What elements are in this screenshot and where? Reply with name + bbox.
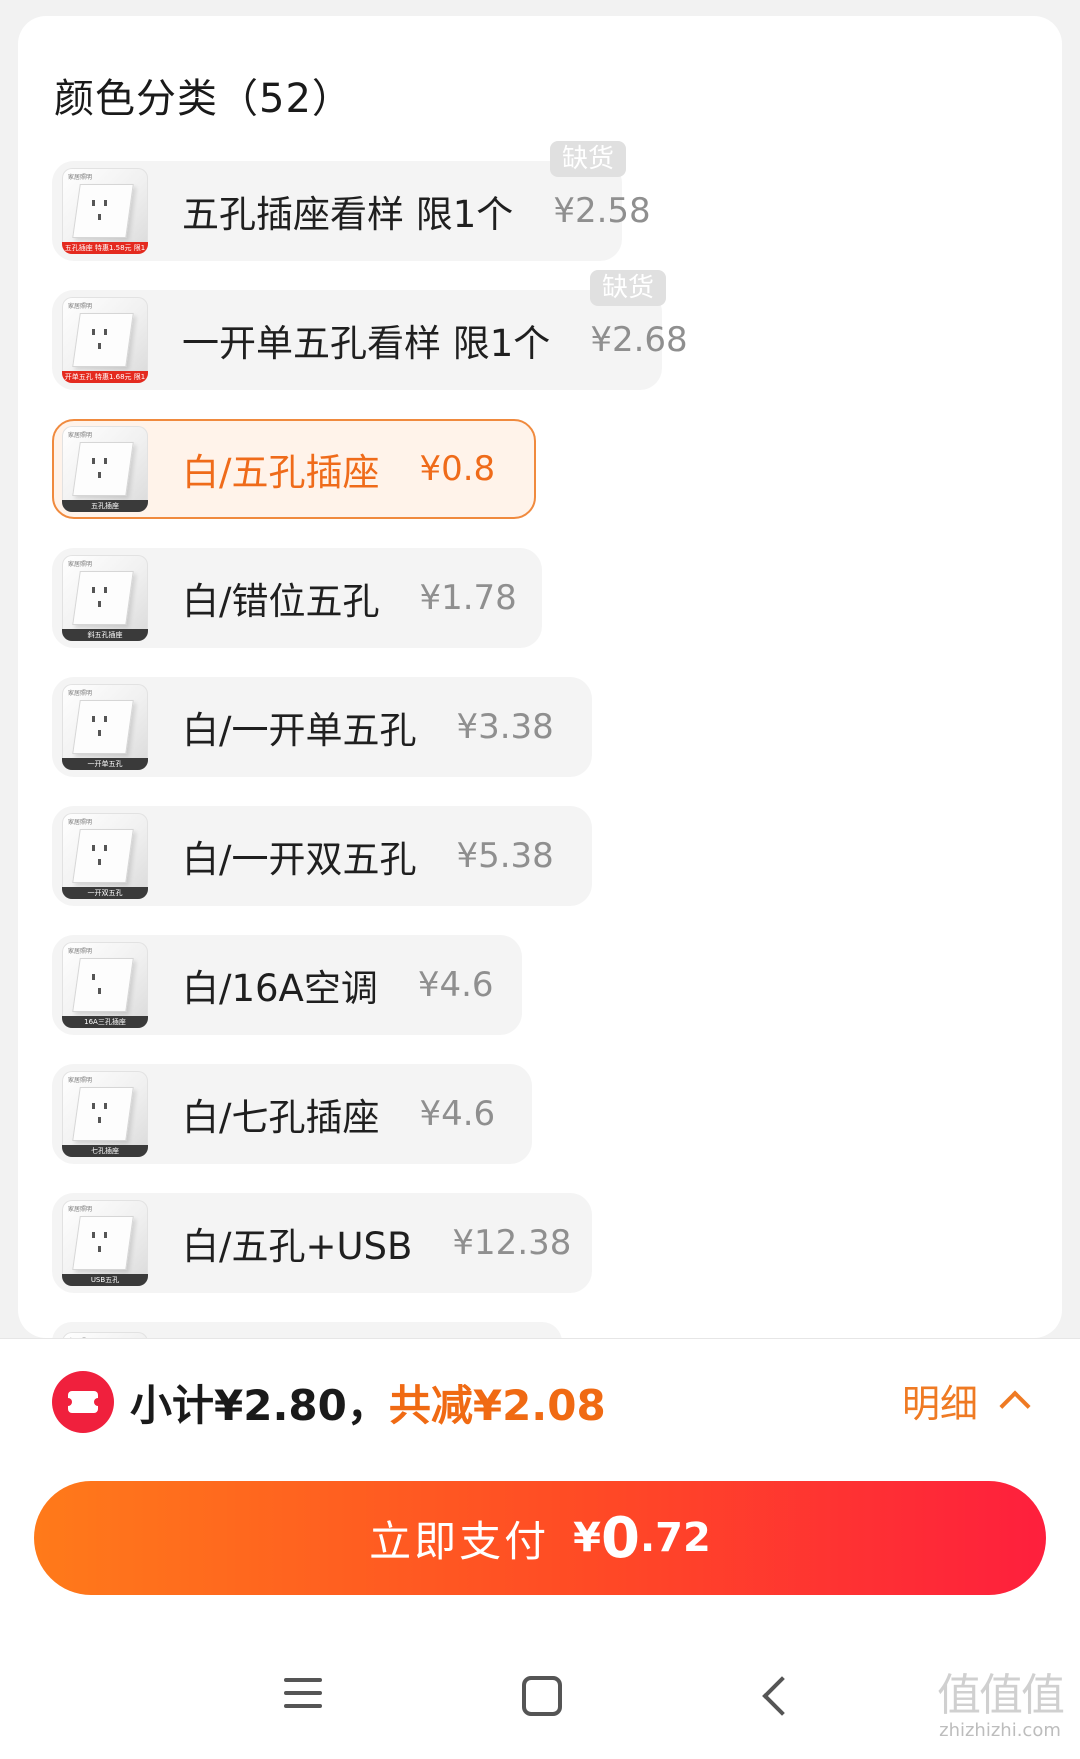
option-price: ¥4.6: [417, 965, 494, 1005]
option-item-partial[interactable]: 家居照明: [52, 1322, 562, 1338]
option-price: ¥4.6: [419, 1094, 496, 1134]
option-item[interactable]: 家居照明 16A三孔插座 白/16A空调 ¥4.6: [52, 935, 522, 1035]
product-thumbnail: 家居照明 16A三孔插座: [62, 942, 148, 1028]
option-item[interactable]: 家居照明 一开双五孔 白/一开双五孔 ¥5.38: [52, 806, 592, 906]
option-label: 白/五孔+USB: [182, 1225, 413, 1268]
system-nav-bar: [0, 1598, 1080, 1759]
discount-text: 共减¥2.08: [388, 1381, 606, 1430]
option-price: ¥2.58: [553, 191, 651, 231]
pay-currency: ¥: [573, 1515, 602, 1561]
detail-label: 明细: [901, 1382, 978, 1426]
option-item[interactable]: 家居照明 一开单五孔 白/一开单五孔 ¥3.38: [52, 677, 592, 777]
option-price: ¥5.38: [456, 836, 554, 876]
option-label: 白/一开单五孔: [182, 709, 417, 752]
chevron-up-icon: [999, 1389, 1031, 1422]
pay-now-button[interactable]: 立即支付 ¥0.72: [34, 1481, 1046, 1595]
option-item[interactable]: 家居照明 七孔插座 白/七孔插座 ¥4.6: [52, 1064, 532, 1164]
product-thumbnail: 家居照明 一开单五孔: [62, 684, 148, 770]
product-thumbnail: 家居照明 开单五孔 特惠1.68元 限1: [62, 297, 148, 383]
option-list: 家居照明 五孔插座 特惠1.58元 限1 五孔插座看样 限1个 ¥2.58 缺货…: [52, 141, 688, 1338]
option-price: ¥3.38: [456, 707, 554, 747]
option-label: 五孔插座看样 限1个: [182, 193, 514, 236]
coupon-icon: [52, 1371, 114, 1433]
option-label: 白/一开双五孔: [182, 838, 417, 881]
option-item[interactable]: 家居照明 斜五孔插座 白/错位五孔 ¥1.78: [52, 548, 542, 648]
option-price: ¥1.78: [419, 578, 517, 618]
pay-amount-int: 0: [601, 1505, 640, 1571]
watermark-logo: 值值值: [937, 1670, 1065, 1721]
out-of-stock-badge: 缺货: [549, 141, 626, 177]
out-of-stock-badge: 缺货: [589, 270, 666, 306]
back-icon[interactable]: [762, 1676, 802, 1716]
menu-icon[interactable]: [284, 1678, 322, 1717]
detail-toggle[interactable]: 明细: [901, 1373, 1031, 1428]
product-thumbnail: 家居照明 一开双五孔: [62, 813, 148, 899]
pay-amount-dec: .72: [639, 1515, 711, 1561]
product-thumbnail: 家居照明 五孔插座: [62, 426, 148, 512]
watermark: 值值值 zhizhizhi.com: [930, 1672, 1070, 1742]
pay-label: 立即支付: [369, 1516, 550, 1566]
checkout-bar: 小计¥2.80，共减¥2.08 明细 立即支付 ¥0.72: [0, 1338, 1080, 1599]
product-thumbnail: 家居照明 五孔插座 特惠1.58元 限1: [62, 168, 148, 254]
watermark-url: zhizhizhi.com: [939, 1720, 1061, 1741]
option-item-selected[interactable]: 家居照明 五孔插座 白/五孔插座 ¥0.8: [52, 419, 536, 519]
subtotal-text: 小计¥2.80，: [130, 1381, 389, 1430]
product-thumbnail: 家居照明 七孔插座: [62, 1071, 148, 1157]
option-label: 白/16A空调: [182, 967, 378, 1010]
option-label: 白/错位五孔: [182, 580, 380, 623]
section-title: 颜色分类（52）: [54, 76, 353, 122]
option-price: ¥2.68: [590, 320, 688, 360]
home-icon[interactable]: [522, 1676, 562, 1716]
option-price: ¥12.38: [452, 1223, 572, 1263]
price-summary: 小计¥2.80，共减¥2.08: [130, 1372, 606, 1433]
option-label: 白/五孔插座: [182, 451, 380, 494]
option-price: ¥0.8: [419, 449, 496, 489]
option-label: 一开单五孔看样 限1个: [182, 322, 551, 365]
sku-selector-card: 颜色分类（52） 家居照明 五孔插座 特惠1.58元 限1 五孔插座看样 限1个…: [18, 16, 1062, 1338]
product-thumbnail: 家居照明 USB五孔: [62, 1200, 148, 1286]
option-item[interactable]: 家居照明 开单五孔 特惠1.68元 限1 一开单五孔看样 限1个 ¥2.68 缺…: [52, 270, 688, 390]
option-label: 白/七孔插座: [182, 1096, 380, 1139]
product-thumbnail: 家居照明 斜五孔插座: [62, 555, 148, 641]
option-item[interactable]: 家居照明 USB五孔 白/五孔+USB ¥12.38: [52, 1193, 592, 1293]
option-item[interactable]: 家居照明 五孔插座 特惠1.58元 限1 五孔插座看样 限1个 ¥2.58 缺货: [52, 141, 651, 261]
